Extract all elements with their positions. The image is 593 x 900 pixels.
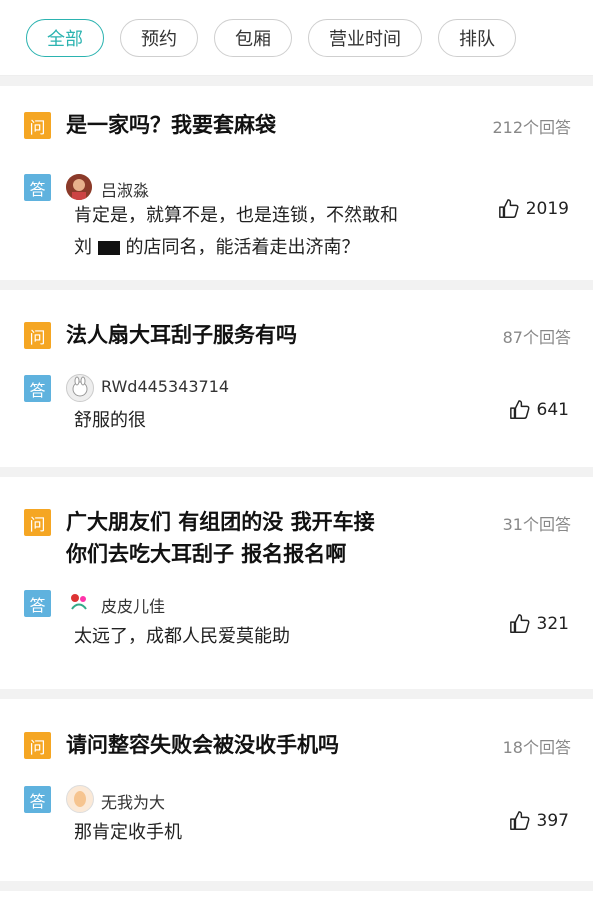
like-button[interactable]: 641 (509, 399, 569, 421)
answer-text[interactable]: 肯定是，就算不是，也是连锁，不然敢和 刘 的店同名，能活着走出济南？ (74, 200, 454, 264)
tab-reservation[interactable]: 预约 (120, 18, 198, 57)
question-badge: 问 (24, 732, 51, 759)
answer-count[interactable]: 87个回答 (503, 324, 571, 348)
question-line: 你们去吃大耳刮子 报名报名啊 (66, 542, 347, 566)
redaction-block (97, 241, 120, 255)
like-button[interactable]: 321 (509, 613, 569, 635)
divider (0, 280, 593, 290)
username[interactable]: 吕淑淼 (101, 177, 149, 201)
divider (0, 467, 593, 477)
avatar[interactable] (66, 589, 92, 615)
username[interactable]: 无我为大 (101, 789, 165, 813)
tab-queue[interactable]: 排队 (438, 18, 516, 57)
answer-badge: 答 (24, 786, 51, 813)
like-count: 641 (536, 400, 569, 420)
answer-badge: 答 (24, 375, 51, 402)
answer-count[interactable]: 18个回答 (503, 734, 571, 758)
qa-item[interactable]: 问 法人扇大耳刮子服务有吗 87个回答 答 RWd445343714 舒服的很 … (0, 290, 593, 467)
username[interactable]: 皮皮儿佳 (101, 593, 165, 617)
like-count: 397 (536, 811, 569, 831)
answer-text[interactable]: 那肯定收手机 (74, 817, 454, 849)
question-title[interactable]: 请问整容失败会被没收手机吗 (66, 729, 466, 761)
thumbs-up-icon (509, 614, 530, 633)
answer-badge: 答 (24, 174, 51, 201)
avatar[interactable] (66, 785, 94, 813)
question-title[interactable]: 是一家吗？我要套麻袋 (66, 109, 466, 141)
thumbs-up-icon (509, 811, 530, 830)
qa-item[interactable]: 问 请问整容失败会被没收手机吗 18个回答 答 无我为大 那肯定收手机 397 (0, 699, 593, 881)
question-badge: 问 (24, 509, 51, 536)
divider (0, 881, 593, 891)
divider (0, 689, 593, 699)
thumbs-up-icon (509, 400, 530, 419)
question-badge: 问 (24, 112, 51, 139)
answer-text[interactable]: 太远了，成都人民爱莫能助 (74, 621, 454, 653)
answer-line: 肯定是，就算不是，也是连锁，不然敢和 (74, 205, 398, 226)
question-title[interactable]: 广大朋友们 有组团的没 我开车接 你们去吃大耳刮子 报名报名啊 (66, 506, 466, 570)
answer-badge: 答 (24, 590, 51, 617)
like-button[interactable]: 2019 (498, 198, 569, 220)
thumbs-up-icon (498, 199, 519, 218)
answer-count[interactable]: 212个回答 (492, 114, 571, 138)
tab-business-hours[interactable]: 营业时间 (308, 18, 422, 57)
divider (0, 76, 593, 86)
qa-item[interactable]: 问 是一家吗？我要套麻袋 212个回答 答 吕淑淼 肯定是，就算不是，也是连锁，… (0, 86, 593, 280)
qa-item[interactable]: 问 广大朋友们 有组团的没 我开车接 你们去吃大耳刮子 报名报名啊 31个回答 … (0, 477, 593, 689)
filter-tabs: 全部 预约 包厢 营业时间 排队 (0, 0, 593, 76)
avatar[interactable] (66, 374, 94, 402)
question-title[interactable]: 法人扇大耳刮子服务有吗 (66, 319, 466, 351)
like-count: 321 (536, 614, 569, 634)
answer-text[interactable]: 舒服的很 (74, 405, 454, 437)
avatar[interactable] (66, 174, 92, 200)
answer-fragment: 的店同名，能活着走出济南？ (125, 237, 360, 258)
answer-fragment: 刘 (74, 237, 92, 258)
tab-private-room[interactable]: 包厢 (214, 18, 292, 57)
tab-all[interactable]: 全部 (26, 18, 104, 57)
username[interactable]: RWd445343714 (101, 377, 229, 396)
like-button[interactable]: 397 (509, 810, 569, 832)
like-count: 2019 (525, 199, 569, 219)
question-badge: 问 (24, 322, 51, 349)
question-line: 广大朋友们 有组团的没 我开车接 (66, 510, 375, 534)
answer-line: 刘 的店同名，能活着走出济南？ (74, 232, 454, 264)
answer-count[interactable]: 31个回答 (503, 511, 571, 535)
